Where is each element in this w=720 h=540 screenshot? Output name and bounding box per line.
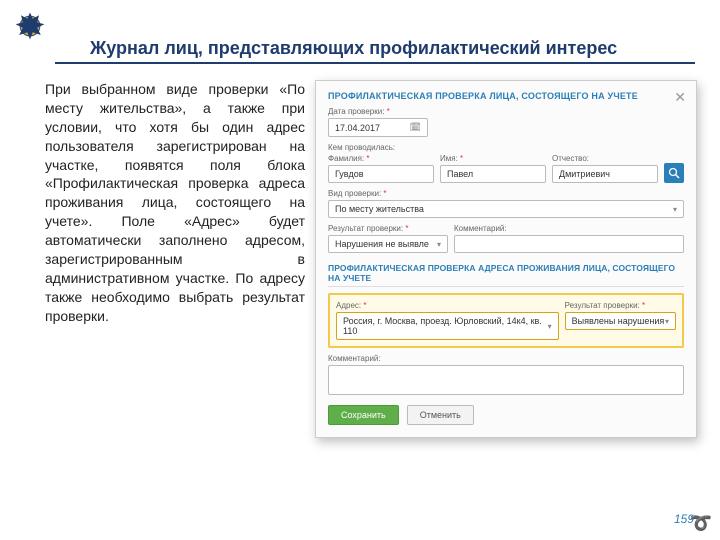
- divider: [328, 286, 684, 287]
- cancel-button[interactable]: Отменить: [407, 405, 474, 425]
- addr-label: Адрес:: [336, 301, 559, 310]
- calendar-icon: 🗓: [410, 122, 421, 133]
- name-label: Имя:: [440, 154, 546, 163]
- addr-res-select[interactable]: Выявлены нарушения▾: [565, 312, 676, 330]
- close-icon[interactable]: ✕: [674, 89, 686, 106]
- addr-input[interactable]: Россия, г. Москва, проезд. Юрловский, 14…: [336, 312, 559, 340]
- fam-label: Фамилия:: [328, 154, 434, 163]
- fam-input[interactable]: Гувдов: [328, 165, 434, 183]
- dialog-subheader: ПРОФИЛАКТИЧЕСКАЯ ПРОВЕРКА АДРЕСА ПРОЖИВА…: [328, 263, 684, 283]
- addr-res-label: Результат проверки:: [565, 301, 676, 310]
- chevron-down-icon: ▾: [437, 240, 441, 249]
- chevron-down-icon: ▾: [548, 322, 552, 331]
- result-select[interactable]: Нарушения не выявле▾: [328, 235, 448, 253]
- comment-input[interactable]: [454, 235, 684, 253]
- body-text: При выбранном виде проверки «По месту жи…: [45, 80, 305, 326]
- patr-label: Отчество:: [552, 154, 658, 163]
- search-icon: [668, 167, 680, 179]
- patr-input[interactable]: Дмитриевич: [552, 165, 658, 183]
- highlighted-block: Адрес: Россия, г. Москва, проезд. Юрловс…: [328, 293, 684, 348]
- chevron-down-icon: ▾: [673, 205, 677, 214]
- result-label: Результат проверки:: [328, 224, 448, 233]
- chevron-down-icon: ▾: [665, 317, 669, 326]
- comment2-label: Комментарий:: [328, 354, 684, 363]
- title-underline: [55, 62, 695, 64]
- search-button[interactable]: [664, 163, 684, 183]
- dialog-panel: ✕ ПРОФИЛАКТИЧЕСКАЯ ПРОВЕРКА ЛИЦА, СОСТОЯ…: [315, 80, 697, 438]
- kind-select[interactable]: По месту жительства▾: [328, 200, 684, 218]
- who-label: Кем проводилась:: [328, 143, 684, 152]
- save-button[interactable]: Сохранить: [328, 405, 399, 425]
- name-input[interactable]: Павел: [440, 165, 546, 183]
- decorative-swirl-icon: ➰: [690, 513, 712, 534]
- page-title: Журнал лиц, представляющих профилактичес…: [90, 38, 690, 59]
- comment2-input[interactable]: [328, 365, 684, 395]
- date-input[interactable]: 17.04.2017 🗓: [328, 118, 428, 137]
- dialog-header: ПРОФИЛАКТИЧЕСКАЯ ПРОВЕРКА ЛИЦА, СОСТОЯЩЕ…: [328, 91, 684, 101]
- kind-label: Вид проверки:: [328, 189, 684, 198]
- date-label: Дата проверки:: [328, 107, 428, 116]
- comment-label: Комментарий:: [454, 224, 684, 233]
- emblem-icon: [12, 8, 48, 44]
